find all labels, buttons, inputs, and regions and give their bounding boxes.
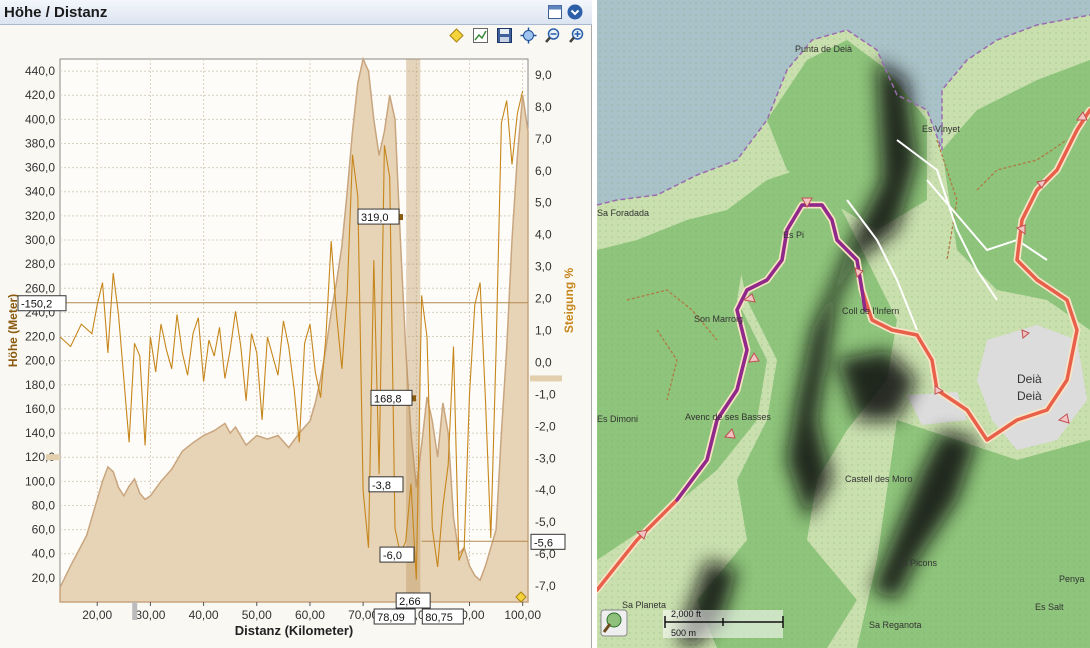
y-tick-label: 320,0 (25, 209, 55, 223)
map-label: Son Marroig (694, 314, 743, 324)
chart-toolbar (0, 25, 592, 47)
y2-tick-label: 0,0 (535, 355, 552, 369)
map-label: Es Salt (1035, 602, 1064, 612)
restore-window-icon[interactable] (547, 4, 563, 20)
elevation-marker-label: 319,0 (361, 212, 389, 224)
y-tick-label: 160,0 (25, 402, 55, 416)
y-tick-label: 280,0 (25, 257, 55, 271)
y2-tick-label: -2,0 (535, 419, 556, 433)
x-tick-label: 40,00 (189, 608, 219, 622)
zoom-in-icon[interactable] (568, 27, 585, 44)
y2-tick-label: 7,0 (535, 132, 552, 146)
x-tick-label: 30,00 (135, 608, 165, 622)
map-label: Sa Foradada (597, 208, 649, 218)
map-label: Sa Reganota (869, 620, 922, 630)
y2-tick-label: -1,0 (535, 387, 556, 401)
map-label: Punta de Deià (795, 44, 852, 54)
y-tick-label: 360,0 (25, 161, 55, 175)
zoom-out-icon[interactable] (544, 27, 561, 44)
left-readout: -150,2 (21, 299, 52, 311)
slope-marker-label: -6,0 (383, 550, 402, 562)
y2-tick-label: 2,0 (535, 292, 552, 306)
save-icon[interactable] (496, 27, 513, 44)
scale-ft: 2,000 ft (671, 609, 702, 619)
left-range-handle (46, 454, 60, 461)
scale-m: 500 m (671, 628, 696, 638)
map-label: Sa Planeta (622, 600, 666, 610)
y-tick-label: 260,0 (25, 281, 55, 295)
panel-title: Höhe / Distanz (4, 4, 108, 21)
map-label: Coll de l'Infern (842, 306, 899, 316)
map-label: Deià (1017, 372, 1042, 386)
x-tick-label: 20,00 (82, 608, 112, 622)
y-tick-label: 80,0 (32, 498, 56, 512)
x-axis-title: Distanz (Kilometer) (235, 623, 353, 638)
zoom-extent-icon[interactable] (520, 27, 537, 44)
map-label: Castell des Moro (845, 474, 913, 484)
y-tick-label: 380,0 (25, 136, 55, 150)
slope-marker-label: -3,8 (372, 480, 391, 492)
y2-tick-label: -7,0 (535, 579, 556, 593)
right-readout: -5,6 (534, 537, 553, 549)
y-tick-label: 300,0 (25, 233, 55, 247)
elevation-profile-panel: Höhe / Distanz 20,00 30,00 40,00 50,00 60,00… (0, 0, 592, 648)
map-label: Deià (1017, 389, 1042, 403)
chart-settings-icon[interactable] (472, 27, 489, 44)
x-tick-label: 60,00 (295, 608, 325, 622)
y2-tick-label: 4,0 (535, 228, 552, 242)
x-readout-start: 78,09 (377, 612, 405, 624)
y2-tick-label: 5,0 (535, 196, 552, 210)
y-tick-label: 20,0 (32, 571, 56, 585)
y2-tick-label: -5,0 (535, 515, 556, 529)
y-tick-label: 200,0 (25, 354, 55, 368)
y-tick-label: 40,0 (32, 547, 56, 561)
y-tick-label: 100,0 (25, 474, 55, 488)
y-tick-label: 140,0 (25, 426, 55, 440)
y2-tick-label: -4,0 (535, 483, 556, 497)
map-label: Es Pi (783, 230, 804, 240)
right-range-handle (530, 375, 562, 382)
panel-menu-chevron-icon[interactable] (567, 4, 583, 20)
y-tick-label: 440,0 (25, 64, 55, 78)
map-label: Es Dimoni (597, 414, 638, 424)
y2-tick-label: -3,0 (535, 451, 556, 465)
y-tick-label: 420,0 (25, 88, 55, 102)
x-readout-width: 2,66 (399, 596, 420, 608)
y2-tick-label: 6,0 (535, 164, 552, 178)
waypoint-icon[interactable] (448, 27, 465, 44)
map-label: Es Picons (897, 558, 938, 568)
y2-tick-label: 1,0 (535, 324, 552, 338)
y2-tick-label: 3,0 (535, 260, 552, 274)
y2-tick-label: 8,0 (535, 100, 552, 114)
map-view[interactable]: Punta de Deià Es Vinyet Es Pi Sa Foradad… (597, 0, 1090, 648)
x-range-handle (132, 602, 138, 620)
x-tick-label: 100,00 (504, 608, 541, 622)
map-label: Avenc de ses Basses (685, 412, 771, 422)
panel-titlebar: Höhe / Distanz (0, 0, 592, 25)
y2-axis-title: Steigung % (562, 268, 576, 334)
map-label: Penya (1059, 574, 1085, 584)
elevation-marker-label: 168,8 (374, 393, 402, 405)
y-tick-label: 340,0 (25, 185, 55, 199)
map-label: Es Vinyet (922, 124, 960, 134)
y-tick-label: 400,0 (25, 112, 55, 126)
map-locator-icon[interactable] (600, 609, 628, 637)
y2-tick-label: 9,0 (535, 68, 552, 82)
map-scale-bar: 2,000 ft 500 m (663, 609, 784, 638)
y-tick-label: 220,0 (25, 330, 55, 344)
x-readout-end: 80,75 (425, 612, 453, 624)
x-tick-label: 50,00 (242, 608, 272, 622)
y-tick-label: 60,0 (32, 523, 56, 537)
y-tick-label: 180,0 (25, 378, 55, 392)
elevation-slope-chart[interactable]: 20,00 30,00 40,00 50,00 60,00 70,00 80,00 90,00… (0, 47, 592, 648)
